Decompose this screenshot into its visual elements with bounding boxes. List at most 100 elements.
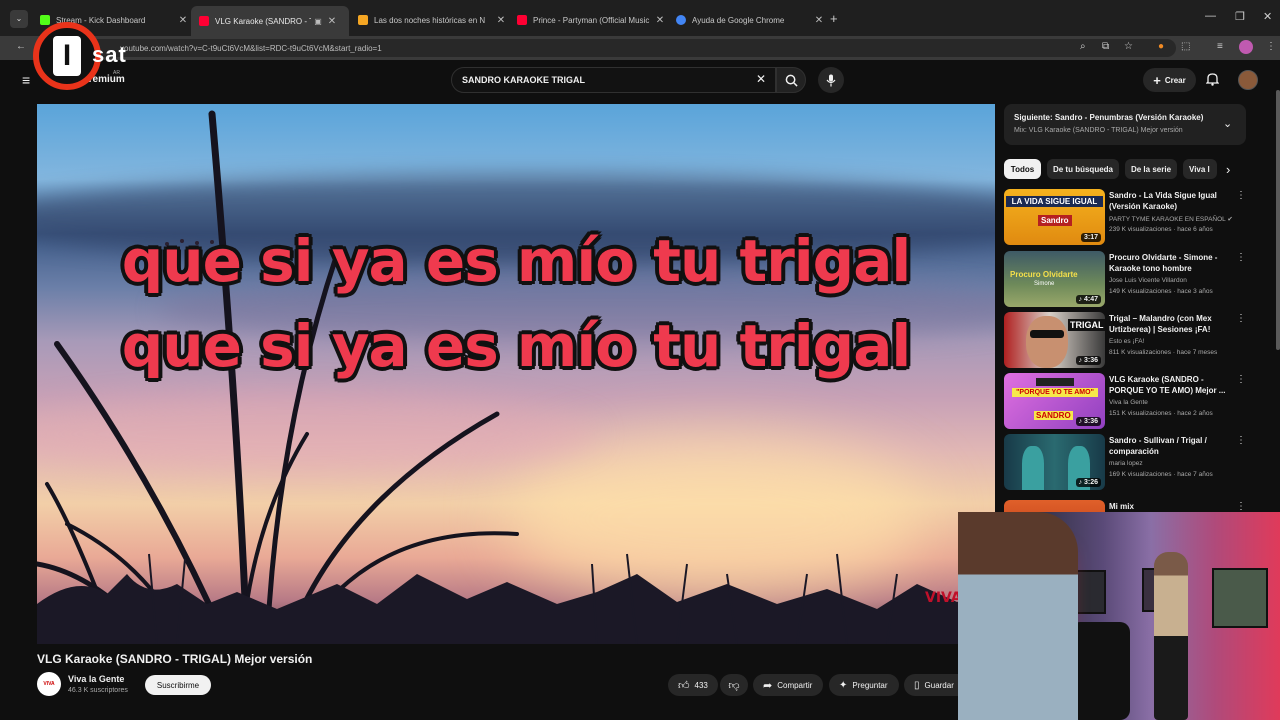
recommendation-channel: Jose Luis Vicente Villardon	[1109, 277, 1187, 284]
webcam-overlay	[958, 512, 1280, 720]
new-tab-icon[interactable]: +	[830, 11, 838, 26]
hamburger-menu-icon[interactable]: ≡	[22, 72, 30, 88]
video-thumbnail[interactable]	[1004, 500, 1105, 512]
recommendation-title[interactable]: Mi mix	[1109, 501, 1229, 512]
google-icon	[676, 15, 686, 25]
more-options-icon[interactable]: ⋮	[1236, 435, 1246, 446]
extension-orange-icon[interactable]: ●	[1158, 41, 1164, 52]
dislike-button[interactable]: 👎︎	[720, 674, 748, 696]
recommendation-item[interactable]: "PORQUE YO TE AMO" SANDRO ♪ 3:36 VLG Kar…	[1004, 373, 1246, 429]
clear-search-icon[interactable]: ✕	[756, 72, 766, 86]
share-button[interactable]: ➦ Compartir	[753, 674, 823, 696]
extensions-icon[interactable]: ⬚	[1181, 41, 1190, 52]
recommendation-meta: 169 K visualizaciones · hace 7 años	[1109, 471, 1213, 478]
subscribe-button[interactable]: Suscribirme	[145, 675, 211, 695]
more-options-icon[interactable]: ⋮	[1236, 374, 1246, 385]
recommendation-meta: 149 K visualizaciones · hace 3 años	[1109, 288, 1213, 295]
share-icon: ➦	[763, 679, 773, 692]
recommendation-item[interactable]: LA VIDA SIGUE IGUAL Sandro 3:17 Sandro -…	[1004, 189, 1246, 245]
tab-search-dropdown[interactable]: ⌄	[10, 10, 28, 28]
chip-de-tu-busqueda[interactable]: De tu búsqueda	[1047, 159, 1119, 179]
recommendation-title[interactable]: Trigal – Malandro (con Mex Urtizberea) |…	[1109, 313, 1229, 335]
more-options-icon[interactable]: ⋮	[1236, 252, 1246, 263]
close-tab-icon[interactable]: ✕	[176, 15, 190, 26]
browser-tab-bookmark[interactable]: Las dos noches históricas en N ✕	[350, 8, 508, 32]
channel-avatar[interactable]: VIVA	[37, 672, 61, 696]
recommendation-meta: 151 K visualizaciones · hace 2 años	[1109, 410, 1213, 417]
back-icon[interactable]: ←	[16, 41, 26, 52]
recommendation-channel: PARTY TYME KARAOKE EN ESPAÑOL ✔	[1109, 216, 1233, 223]
cast-icon[interactable]: ⧉	[1102, 41, 1109, 52]
profile-avatar[interactable]	[1239, 40, 1253, 54]
close-window-icon[interactable]: ✕	[1263, 10, 1272, 23]
browser-tab-strip: ⌄ Stream - Kick Dashboard ✕ VLG Karaoke …	[0, 0, 1280, 36]
minimize-icon[interactable]: —	[1205, 10, 1216, 22]
recommendation-item[interactable]: TRIGAL ♪ 3:36 Trigal – Malandro (con Mex…	[1004, 312, 1246, 368]
browser-toolbar: ← youtube.com/watch?v=C-t9uCt6VcM&list=R…	[0, 36, 1280, 60]
person-standing	[1154, 552, 1188, 720]
playlist-icon: ♪	[1078, 357, 1083, 364]
video-thumbnail[interactable]: LA VIDA SIGUE IGUAL Sandro 3:17	[1004, 189, 1105, 245]
gaming-chair	[1070, 622, 1130, 720]
thumbnail-person	[1022, 446, 1044, 490]
video-player[interactable]: que si ya es mío tu trigal que si ya es …	[37, 104, 995, 644]
recommendation-item[interactable]: Procuro Olvidarte Simone ♪ 4:47 Procuro …	[1004, 251, 1246, 307]
chrome-menu-icon[interactable]: ⋮	[1266, 41, 1276, 52]
recommendation-title[interactable]: Sandro - La Vida Sigue Igual (Versión Ka…	[1109, 190, 1229, 212]
up-next-title: Siguiente: Sandro - Penumbras (Versión K…	[1014, 113, 1204, 122]
more-options-icon[interactable]: ⋮	[1236, 190, 1246, 201]
video-thumbnail[interactable]: "PORQUE YO TE AMO" SANDRO ♪ 3:36	[1004, 373, 1105, 429]
youtube-icon	[517, 15, 527, 25]
video-thumbnail[interactable]: TRIGAL ♪ 3:36	[1004, 312, 1105, 368]
recommendation-title[interactable]: VLG Karaoke (SANDRO - PORQUE YO TE AMO) …	[1109, 374, 1229, 396]
up-next-panel[interactable]: Siguiente: Sandro - Penumbras (Versión K…	[1004, 104, 1246, 145]
close-tab-icon[interactable]: ✕	[494, 15, 508, 26]
video-thumbnail[interactable]: ♪ 3:26	[1004, 434, 1105, 490]
thumbnail-sunglasses	[1030, 330, 1064, 338]
create-button[interactable]: + Crear	[1143, 68, 1196, 92]
user-avatar[interactable]	[1238, 70, 1258, 90]
like-button[interactable]: 👍︎ 433	[668, 674, 718, 696]
chevron-down-icon[interactable]: ⌄	[1223, 117, 1232, 130]
bookmark-save-icon: ▯	[914, 679, 920, 691]
ask-button[interactable]: ✦ Preguntar	[829, 674, 899, 696]
plus-icon: +	[1153, 72, 1161, 88]
search-input[interactable]: SANDRO KARAOKE TRIGAL	[451, 67, 776, 93]
chevron-right-icon[interactable]: ›	[1226, 162, 1230, 177]
close-tab-icon[interactable]: ✕	[325, 16, 339, 27]
recommendation-title[interactable]: Procuro Olvidarte - Simone - Karaoke ton…	[1109, 252, 1229, 274]
country-code: AR	[113, 70, 120, 76]
playlist-icon: ♪	[1078, 418, 1083, 425]
page-scrollbar[interactable]	[1276, 90, 1280, 350]
chip-todos[interactable]: Todos	[1004, 159, 1041, 179]
address-bar[interactable]: youtube.com/watch?v=C-t9uCt6VcM&list=RDC…	[86, 39, 1176, 57]
karaoke-lyric-line-2: que si ya es mío tu trigal	[121, 312, 911, 380]
browser-tab-chrome-help[interactable]: Ayuda de Google Chrome ✕	[668, 8, 826, 32]
more-options-icon[interactable]: ⋮	[1236, 313, 1246, 324]
restore-icon[interactable]: ❐	[1235, 10, 1245, 23]
video-thumbnail[interactable]: Procuro Olvidarte Simone ♪ 4:47	[1004, 251, 1105, 307]
search-button[interactable]	[776, 67, 806, 93]
voice-search-button[interactable]	[818, 67, 844, 93]
bookmark-star-icon[interactable]: ☆	[1124, 41, 1133, 52]
audio-playing-icon[interactable]: ▣	[311, 17, 325, 26]
notifications-bell-icon[interactable]	[1205, 72, 1220, 91]
close-tab-icon[interactable]: ✕	[812, 15, 826, 26]
wall-frame	[1212, 568, 1268, 628]
wall-frame	[1076, 570, 1106, 614]
media-controls-icon[interactable]: ≡	[1217, 41, 1223, 52]
more-options-icon[interactable]: ⋮	[1236, 501, 1246, 512]
browser-tab-prince[interactable]: Prince - Partyman (Official Music ✕	[509, 8, 667, 32]
channel-name[interactable]: Viva la Gente	[68, 674, 124, 684]
zoom-icon[interactable]: ⌕	[1080, 41, 1086, 52]
video-title: VLG Karaoke (SANDRO - TRIGAL) Mejor vers…	[37, 652, 313, 666]
recommendation-title[interactable]: Sandro - Sullivan / Trigal / comparación	[1109, 435, 1229, 457]
chip-de-la-serie[interactable]: De la serie	[1125, 159, 1177, 179]
verified-icon: ✔	[1227, 216, 1233, 223]
browser-tab-youtube-active[interactable]: VLG Karaoke (SANDRO - TRIGAL) Mejor vers…	[191, 6, 349, 36]
close-tab-icon[interactable]: ✕	[653, 15, 667, 26]
recommendation-item[interactable]: Mi mix ⋮	[1004, 500, 1246, 512]
recommendation-item[interactable]: ♪ 3:26 Sandro - Sullivan / Trigal / comp…	[1004, 434, 1246, 490]
person-foreground	[958, 512, 1078, 720]
chip-viva-la-gente[interactable]: Viva l	[1183, 159, 1217, 179]
